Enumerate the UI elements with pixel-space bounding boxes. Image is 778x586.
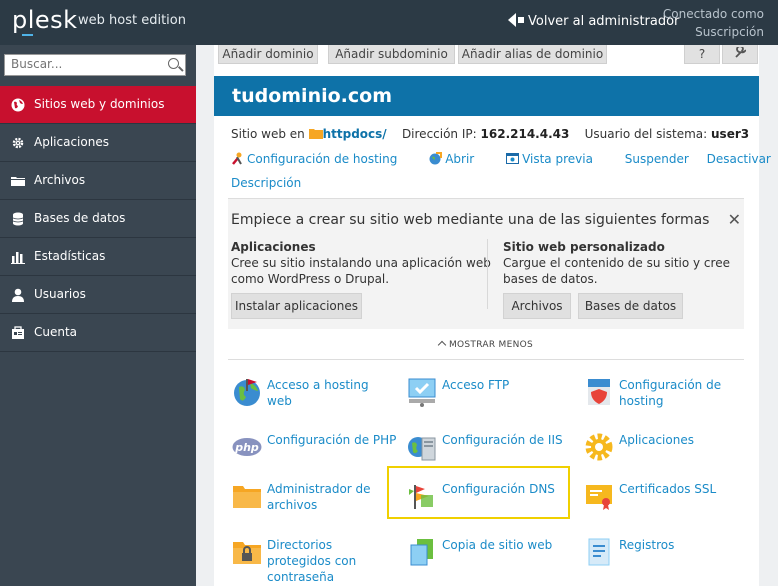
logs-tool[interactable]: Registros [584, 535, 744, 575]
dns-flags-icon [409, 485, 433, 509]
databases-button[interactable]: Bases de datos [578, 293, 683, 319]
sidebar-item-account[interactable]: Cuenta [0, 314, 196, 352]
sidebar-item-statistics[interactable]: Estadísticas [0, 238, 196, 276]
settings-button[interactable] [722, 45, 758, 64]
hosting-settings-link[interactable]: Configuración de hosting [231, 152, 411, 166]
description-link[interactable]: Descripción [231, 176, 301, 190]
sidebar-item-databases[interactable]: Bases de datos [0, 200, 196, 238]
iis-icon [408, 437, 436, 461]
user-icon [12, 288, 24, 302]
edition-label: web host edition [78, 13, 186, 28]
docroot-link[interactable]: httpdocs/ [323, 127, 387, 141]
preview-icon [506, 153, 520, 164]
sidebar-item-applications[interactable]: Aplicaciones [0, 124, 196, 162]
toolbar: Añadir dominio Añadir subdominio Añadir … [214, 45, 759, 67]
sidebar-item-websites[interactable]: Sitios web y dominios [0, 86, 196, 124]
file-manager-tool[interactable]: Administrador de archivos [232, 479, 392, 519]
open-link[interactable]: Abrir [429, 152, 488, 166]
account-icon [12, 326, 24, 339]
protected-directories-tool[interactable]: Directorios protegidos con contraseña [232, 535, 392, 585]
sidebar-item-users[interactable]: Usuarios [0, 276, 196, 314]
website-copy-tool[interactable]: Copia de sitio web [407, 535, 567, 575]
php-icon: php [232, 438, 262, 456]
suspend-link[interactable]: Suspender [625, 152, 689, 166]
wrench-icon [735, 45, 748, 58]
site-actions: Configuración de hosting Abrir Vista pre… [231, 152, 778, 166]
gear-icon [12, 137, 24, 149]
database-icon [12, 212, 24, 226]
folder-icon [233, 486, 261, 508]
domain-header: tudominio.com [214, 76, 759, 116]
copy-icon [410, 539, 433, 566]
chevron-up-icon [437, 340, 447, 350]
hosting-settings-tool[interactable]: Configuración de hosting [584, 375, 744, 415]
system-user: user3 [711, 127, 750, 141]
locked-folder-icon [233, 542, 261, 564]
deactivate-link[interactable]: Desactivar [707, 152, 771, 166]
web-hosting-access-icon [234, 379, 260, 406]
ip-address: 162.214.4.43 [480, 127, 570, 141]
apps-column: Aplicaciones Cree su sitio instalando un… [231, 240, 491, 286]
site-info: Sitio web en httpdocs/ Dirección IP: 162… [231, 127, 750, 141]
dns-settings-tool[interactable]: Configuración DNS [407, 479, 567, 519]
svg-text:php: php [234, 441, 259, 454]
globe-icon [11, 98, 25, 112]
ftp-access-icon [408, 378, 436, 407]
search-box[interactable] [4, 54, 186, 76]
file-manager-label: Administrador de archivos [267, 482, 371, 512]
folder-icon [308, 129, 323, 139]
iis-settings-tool[interactable]: Configuración de IIS [407, 430, 567, 470]
custom-site-column: Sitio web personalizado Cargue el conten… [503, 240, 730, 286]
tools-icon [232, 152, 242, 165]
hosting-settings-label: Configuración de hosting [619, 378, 722, 408]
logs-icon [588, 538, 610, 566]
help-button[interactable]: ? [684, 45, 720, 64]
sidebar-item-files[interactable]: Archivos [0, 162, 196, 200]
add-subdomain-button[interactable]: Añadir subdominio [328, 45, 455, 64]
domain-title: tudominio.com [232, 85, 392, 107]
search-icon[interactable] [168, 58, 179, 69]
top-bar: plesk web host edition Volver al adminis… [0, 0, 778, 45]
preview-link[interactable]: Vista previa [506, 152, 607, 166]
sidebar: Sitios web y dominios Aplicaciones Archi… [0, 45, 196, 586]
main-panel: Añadir dominio Añadir subdominio Añadir … [214, 45, 771, 586]
plesk-logo[interactable]: plesk [12, 6, 78, 36]
ftp-access-tool[interactable]: Acceso FTP [407, 375, 567, 415]
show-less-toggle[interactable]: MOSTRAR MENOS [228, 335, 744, 360]
php-settings-tool[interactable]: php Configuración de PHP [232, 430, 396, 470]
back-to-admin-link[interactable]: Volver al administrador [508, 13, 679, 29]
certificate-icon [586, 485, 612, 510]
bar-chart-icon [11, 252, 25, 264]
hosting-settings-icon [588, 379, 610, 405]
applications-tool[interactable]: Aplicaciones [584, 430, 744, 470]
gear-icon [585, 433, 613, 461]
getting-started-title: Empiece a crear su sitio web mediante un… [231, 212, 710, 228]
add-domain-button[interactable]: Añadir dominio [218, 45, 318, 64]
add-domain-alias-button[interactable]: Añadir alias de dominio [458, 45, 607, 64]
protected-directories-label: Directorios protegidos con contraseña [267, 538, 357, 584]
search-input[interactable] [5, 55, 167, 73]
ssl-certificates-tool[interactable]: Certificados SSL [584, 479, 744, 519]
files-button[interactable]: Archivos [503, 293, 571, 319]
open-globe-icon [429, 152, 443, 165]
install-apps-button[interactable]: Instalar aplicaciones [231, 293, 362, 319]
folder-icon [11, 177, 25, 186]
close-icon[interactable]: ✕ [728, 210, 741, 229]
back-arrow-icon [508, 13, 516, 27]
getting-started-panel: Empiece a crear su sitio web mediante un… [228, 198, 744, 329]
web-hosting-access-tool[interactable]: Acceso a hosting web [232, 375, 392, 415]
divider [487, 239, 488, 309]
login-info[interactable]: Conectado como Suscripción [663, 5, 764, 41]
